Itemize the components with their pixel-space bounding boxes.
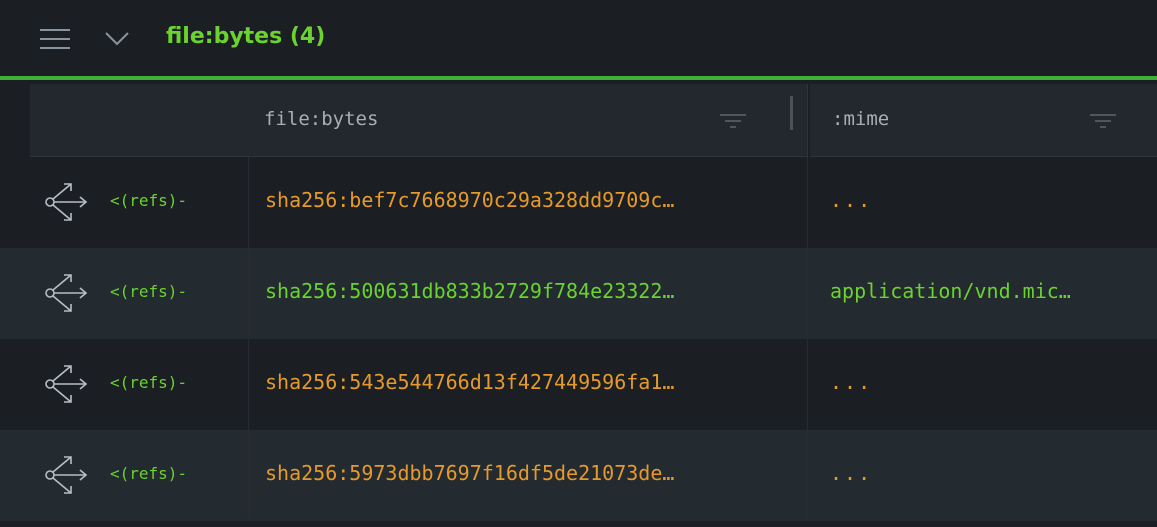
table-header-row: file:bytes :mime	[0, 84, 1157, 157]
panel-title: file:bytes (4)	[166, 24, 326, 49]
refs-link[interactable]: <(refs)-	[110, 282, 187, 301]
row-actions: <(refs)-	[30, 248, 248, 339]
action-column-header	[30, 84, 248, 157]
cell-mime[interactable]: ...	[810, 157, 1157, 248]
cell-file-bytes[interactable]: sha256:500631db833b2729f784e23322…	[248, 248, 808, 339]
share-icon[interactable]	[44, 272, 90, 314]
app-window: file:bytes (4) file:bytes :mime <(refs)-…	[0, 0, 1157, 527]
column-header-label: :mime	[832, 108, 890, 130]
column-header-mime[interactable]: :mime	[810, 84, 1157, 157]
file-bytes-value: sha256:543e544766d13f427449596fa1…	[265, 370, 675, 394]
cell-mime[interactable]: ...	[810, 430, 1157, 521]
results-table: file:bytes :mime <(refs)- sha256:bef7c76…	[0, 84, 1157, 527]
row-actions: <(refs)-	[30, 339, 248, 430]
column-header-file-bytes[interactable]: file:bytes	[248, 84, 808, 157]
refs-link[interactable]: <(refs)-	[110, 191, 187, 210]
share-icon[interactable]	[44, 181, 90, 223]
file-bytes-value: sha256:bef7c7668970c29a328dd9709c…	[265, 188, 675, 212]
hamburger-icon[interactable]	[40, 28, 70, 50]
table-row[interactable]: <(refs)- sha256:500631db833b2729f784e233…	[0, 248, 1157, 339]
mime-value: application/vnd.mic…	[830, 279, 1071, 303]
mime-value: ...	[830, 370, 873, 394]
filter-icon[interactable]	[720, 112, 746, 130]
mime-value: ...	[830, 188, 873, 212]
cell-file-bytes[interactable]: sha256:5973dbb7697f16df5de21073de…	[248, 430, 808, 521]
cell-mime[interactable]: application/vnd.mic…	[810, 248, 1157, 339]
chevron-down-icon[interactable]	[104, 30, 130, 48]
table-row[interactable]: <(refs)- sha256:543e544766d13f427449596f…	[0, 339, 1157, 430]
share-icon[interactable]	[44, 363, 90, 405]
table-row[interactable]: <(refs)- sha256:5973dbb7697f16df5de21073…	[0, 430, 1157, 521]
share-icon[interactable]	[44, 454, 90, 496]
row-actions: <(refs)-	[30, 157, 248, 248]
refs-link[interactable]: <(refs)-	[110, 373, 187, 392]
cell-mime[interactable]: ...	[810, 339, 1157, 430]
cell-file-bytes[interactable]: sha256:bef7c7668970c29a328dd9709c…	[248, 157, 808, 248]
mime-value: ...	[830, 461, 873, 485]
refs-link[interactable]: <(refs)-	[110, 464, 187, 483]
file-bytes-value: sha256:5973dbb7697f16df5de21073de…	[265, 461, 675, 485]
panel-header: file:bytes (4)	[0, 0, 1157, 80]
column-resize-handle[interactable]	[790, 96, 793, 130]
row-actions: <(refs)-	[30, 430, 248, 521]
filter-icon[interactable]	[1090, 112, 1116, 130]
column-header-label: file:bytes	[264, 108, 379, 130]
cell-file-bytes[interactable]: sha256:543e544766d13f427449596fa1…	[248, 339, 808, 430]
table-row[interactable]: <(refs)- sha256:bef7c7668970c29a328dd970…	[0, 157, 1157, 248]
file-bytes-value: sha256:500631db833b2729f784e23322…	[265, 279, 675, 303]
